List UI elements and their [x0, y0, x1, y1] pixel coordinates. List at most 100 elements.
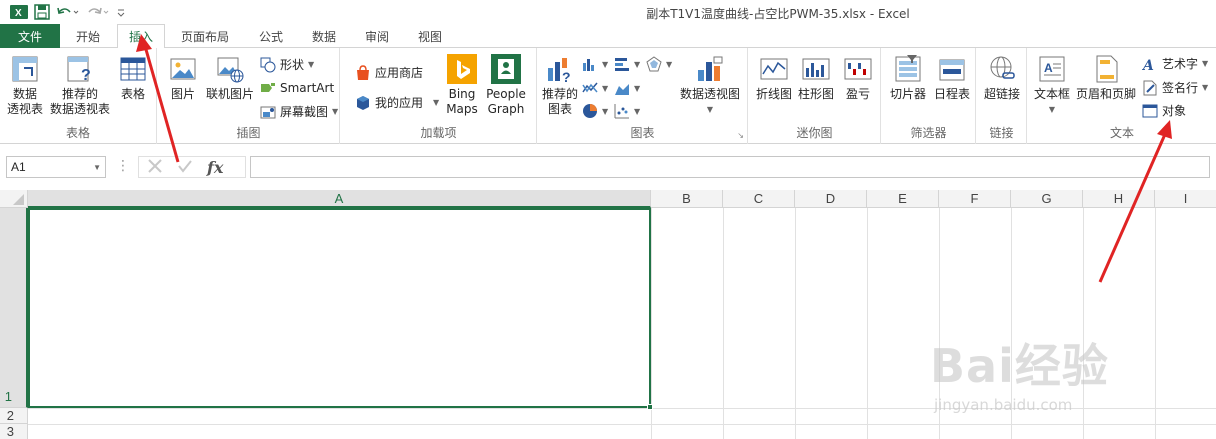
formula-input[interactable] [250, 156, 1210, 178]
column-header-i[interactable]: I [1155, 190, 1216, 208]
wordart-icon: A [1141, 56, 1158, 74]
svg-text:?: ? [81, 67, 91, 84]
column-header-f[interactable]: F [939, 190, 1011, 208]
column-header-b[interactable]: B [651, 190, 723, 208]
slicer-button[interactable]: 切片器 [888, 54, 928, 102]
header-footer-button[interactable]: 页眉和页脚 [1074, 54, 1138, 102]
window-title: 副本T1V1温度曲线-占空比PWM-35.xlsx - Excel [646, 7, 910, 21]
group-label-charts: 图表 [630, 126, 655, 140]
bing-maps-button[interactable]: Bing Maps [444, 54, 480, 117]
cancel-icon[interactable] [147, 158, 163, 177]
textbox-icon: A [1037, 54, 1067, 84]
sparkline-line-icon [759, 54, 789, 84]
online-pictures-button[interactable]: 联机图片 [204, 54, 256, 102]
charts-dialog-launcher-icon[interactable]: ↘ [737, 131, 744, 140]
sparkline-line-button[interactable]: 折线图 [755, 54, 793, 102]
my-apps-icon [355, 95, 371, 111]
column-header-h[interactable]: H [1083, 190, 1155, 208]
shapes-button[interactable]: 形状 ▼ [260, 56, 314, 73]
area-chart-button[interactable]: ▼ [614, 80, 640, 96]
timeline-icon [937, 54, 967, 84]
tab-file[interactable]: 文件 [0, 24, 60, 48]
screenshot-icon [260, 104, 276, 120]
name-box[interactable]: A1 ▼ [6, 156, 106, 178]
recommended-charts-button[interactable]: ? 推荐的 图表 [540, 54, 580, 117]
group-label-links: 链接 [989, 126, 1014, 140]
group-charts: ? 推荐的 图表 ▼ ▼ ▼ ▼ ▼ ▼ ▼ 数据透视图 ▼ 图表 ↘ [538, 48, 748, 144]
column-header-e[interactable]: E [867, 190, 939, 208]
people-graph-button[interactable]: People Graph [483, 54, 529, 117]
store-button[interactable]: 应用商店 [355, 64, 423, 81]
group-links: 超链接 链接 [977, 48, 1027, 144]
formula-bar: A1 ▼ ⋮ fx [0, 144, 1216, 190]
group-label-text: 文本 [1109, 126, 1134, 140]
ribbon-tabs: 文件 开始 插入 页面布局 公式 数据 审阅 视图 [0, 24, 1216, 49]
title-bar: X 副本T1V1温度曲线-占空比PWM-35.xlsx - Excel [0, 0, 1216, 24]
column-header-c[interactable]: C [723, 190, 795, 208]
svg-text:A: A [1142, 58, 1154, 72]
signature-line-icon [1142, 80, 1158, 96]
pivot-chart-icon [695, 54, 725, 84]
ribbon-insert: 数据 透视表 ? 推荐的 数据透视表 表格 表格 图片 联机图片 形状 ▼ Sm… [0, 48, 1216, 144]
formula-bar-grip-icon[interactable]: ⋮ [116, 158, 130, 174]
tab-insert[interactable]: 插入 [117, 24, 165, 49]
scatter-chart-button[interactable]: ▼ [614, 103, 640, 119]
select-all-corner[interactable] [0, 190, 28, 208]
active-cell-a1[interactable] [28, 208, 653, 410]
tab-home[interactable]: 开始 [64, 24, 112, 48]
row-headers: 1 2 3 [0, 208, 28, 439]
line-chart-button[interactable]: ▼ [582, 80, 608, 96]
shapes-icon [260, 57, 276, 73]
table-button[interactable]: 表格 [114, 54, 152, 102]
radar-chart-icon [646, 56, 662, 72]
column-header-a[interactable]: A [28, 190, 651, 208]
column-header-d[interactable]: D [795, 190, 867, 208]
recommended-pivot-button[interactable]: ? 推荐的 数据透视表 [50, 54, 110, 117]
sparkline-winloss-icon [843, 54, 873, 84]
group-text: A 文本框 ▼ 页眉和页脚 A 艺术字 ▼ 签名行 ▼ 对象 文本 [1028, 48, 1216, 144]
pivot-table-icon [10, 54, 40, 84]
hyperlink-icon [987, 54, 1017, 84]
textbox-button[interactable]: A 文本框 ▼ [1032, 54, 1072, 117]
row-header-1[interactable]: 1 [0, 208, 28, 408]
radar-chart-button[interactable]: ▼ [646, 56, 672, 72]
tab-formulas[interactable]: 公式 [248, 24, 294, 48]
smartart-button[interactable]: SmartArt [260, 80, 334, 96]
signature-line-button[interactable]: 签名行 ▼ [1142, 79, 1208, 96]
tab-view[interactable]: 视图 [406, 24, 454, 48]
column-chart-button[interactable]: ▼ [582, 56, 608, 72]
hierarchy-chart-button[interactable]: ▼ [614, 56, 640, 72]
screenshot-button[interactable]: 屏幕截图 ▼ [260, 103, 338, 120]
tab-review[interactable]: 审阅 [353, 24, 401, 48]
group-label-filters: 筛选器 [910, 126, 947, 140]
group-label-illustrations: 插图 [236, 126, 261, 140]
column-header-g[interactable]: G [1011, 190, 1083, 208]
object-button[interactable]: 对象 [1142, 102, 1186, 119]
timeline-button[interactable]: 日程表 [932, 54, 972, 102]
pivot-chart-button[interactable]: 数据透视图 ▼ [678, 54, 742, 117]
sparkline-winloss-button[interactable]: 盈亏 [841, 54, 875, 102]
scatter-chart-icon [614, 103, 630, 119]
svg-text:?: ? [562, 69, 571, 84]
table-icon [118, 54, 148, 84]
fill-handle[interactable] [647, 404, 653, 410]
pie-chart-button[interactable]: ▼ [582, 103, 608, 119]
pivot-table-button[interactable]: 数据 透视表 [4, 54, 46, 117]
name-box-dropdown-icon[interactable]: ▼ [93, 163, 101, 172]
pictures-button[interactable]: 图片 [166, 54, 200, 102]
sparkline-column-button[interactable]: 柱形图 [797, 54, 835, 102]
recommended-pivot-icon: ? [65, 54, 95, 84]
wordart-button[interactable]: A 艺术字 ▼ [1141, 55, 1208, 74]
enter-icon[interactable] [177, 158, 193, 177]
column-chart-icon [582, 56, 598, 72]
tab-data[interactable]: 数据 [300, 24, 348, 48]
group-sparklines: 折线图 柱形图 盈亏 迷你图 [749, 48, 881, 144]
insert-function-icon[interactable]: fx [207, 158, 223, 177]
hyperlink-button[interactable]: 超链接 [981, 54, 1023, 102]
row-header-2[interactable]: 2 [0, 408, 28, 424]
area-chart-icon [614, 80, 630, 96]
tab-page-layout[interactable]: 页面布局 [170, 24, 240, 48]
my-apps-button[interactable]: 我的应用 ▼ [355, 94, 439, 111]
group-label-sparklines: 迷你图 [796, 126, 833, 140]
row-header-3[interactable]: 3 [0, 424, 28, 439]
